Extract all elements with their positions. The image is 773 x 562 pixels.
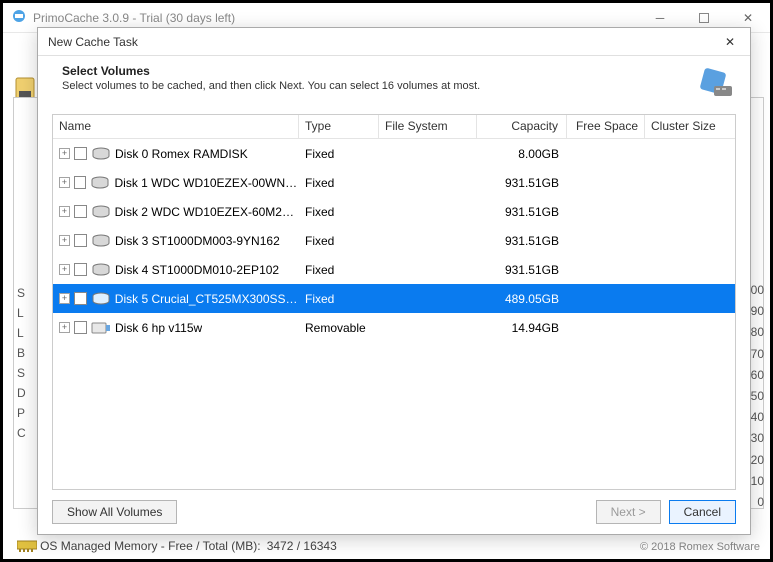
expand-icon[interactable]: +	[59, 206, 70, 217]
expand-icon[interactable]: +	[59, 235, 70, 246]
expand-icon[interactable]: +	[59, 293, 70, 304]
cell-type: Fixed	[299, 263, 379, 277]
cell-capacity: 931.51GB	[477, 263, 567, 277]
disk-icon	[91, 147, 111, 161]
dialog-footer: Show All Volumes Next > Cancel	[38, 490, 750, 534]
disk-icon	[90, 176, 110, 190]
app-icon	[11, 8, 27, 27]
bg-label: B	[17, 343, 26, 363]
col-name[interactable]: Name	[53, 115, 299, 138]
cell-capacity: 8.00GB	[477, 147, 567, 161]
bg-label: L	[17, 303, 26, 323]
row-checkbox[interactable]	[74, 205, 87, 218]
close-icon	[725, 35, 735, 49]
cell-type: Fixed	[299, 147, 379, 161]
cell-capacity: 931.51GB	[477, 205, 567, 219]
table-row[interactable]: + Disk 1 WDC WD10EZEX-00WN4…Fixed 931.51GB	[53, 168, 735, 197]
cell-type: Fixed	[299, 205, 379, 219]
dialog-close-button[interactable]	[720, 32, 740, 52]
table-row[interactable]: + Disk 2 WDC WD10EZEX-60M2N…Fixed 931.51GB	[53, 197, 735, 226]
minimize-icon	[656, 11, 665, 25]
dialog-subtitle: Select volumes to be cached, and then cl…	[62, 80, 688, 92]
disk-label: Disk 0 Romex RAMDISK	[115, 147, 248, 161]
expand-icon[interactable]: +	[59, 148, 70, 159]
disk-icon	[91, 205, 111, 219]
disk-icon	[91, 234, 111, 248]
new-cache-task-dialog: New Cache Task Select Volumes Select vol…	[37, 27, 751, 535]
bg-label: P	[17, 403, 26, 423]
dialog-heading: Select Volumes	[62, 64, 688, 78]
cell-capacity: 931.51GB	[477, 234, 567, 248]
dialog-titlebar: New Cache Task	[38, 28, 750, 56]
row-checkbox[interactable]	[74, 292, 87, 305]
bg-label: C	[17, 423, 26, 443]
row-checkbox[interactable]	[74, 147, 87, 160]
col-capacity[interactable]: Capacity	[477, 115, 567, 138]
expand-icon[interactable]: +	[59, 264, 70, 275]
cell-capacity: 931.51GB	[477, 176, 567, 190]
ram-icon	[17, 539, 37, 553]
row-checkbox[interactable]	[74, 321, 87, 334]
window-title: PrimoCache 3.0.9 - Trial (30 days left)	[33, 11, 638, 25]
row-checkbox[interactable]	[74, 263, 87, 276]
expand-icon[interactable]: +	[59, 177, 70, 188]
col-free-space[interactable]: Free Space	[567, 115, 645, 138]
memory-status: OS Managed Memory - Free / Total (MB): 3…	[17, 539, 337, 553]
wizard-icon	[696, 64, 736, 104]
bg-label: S	[17, 363, 26, 383]
cell-type: Fixed	[299, 234, 379, 248]
cancel-button[interactable]: Cancel	[669, 500, 736, 524]
bg-label: D	[17, 383, 26, 403]
disk-label: Disk 6 hp v115w	[115, 321, 202, 335]
cell-type: Removable	[299, 321, 379, 335]
disk-label: Disk 2 WDC WD10EZEX-60M2N…	[115, 205, 299, 219]
disk-icon	[91, 292, 111, 306]
bg-label: S	[17, 283, 26, 303]
disk-label: Disk 3 ST1000DM003-9YN162	[115, 234, 280, 248]
disk-icon	[91, 321, 111, 335]
memory-label: OS Managed Memory - Free / Total (MB):	[40, 539, 261, 553]
show-all-volumes-button[interactable]: Show All Volumes	[52, 500, 177, 524]
table-body: + Disk 0 Romex RAMDISK Fixed 8.00GB + Disk 1 …	[53, 139, 735, 489]
disk-label: Disk 4 ST1000DM010-2EP102	[115, 263, 279, 277]
close-icon	[743, 11, 753, 25]
memory-value: 3472 / 16343	[267, 539, 337, 553]
next-button[interactable]: Next >	[596, 500, 661, 524]
cell-type: Fixed	[299, 176, 379, 190]
col-cluster-size[interactable]: Cluster Size	[645, 115, 735, 138]
cell-capacity: 14.94GB	[477, 321, 567, 335]
expand-icon[interactable]: +	[59, 322, 70, 333]
disk-label: Disk 5 Crucial_CT525MX300SSD1	[115, 292, 299, 306]
background-labels: SLLBSDPC	[17, 283, 26, 443]
cell-capacity: 489.05GB	[477, 292, 567, 306]
table-row[interactable]: + Disk 0 Romex RAMDISK Fixed 8.00GB	[53, 139, 735, 168]
dialog-header: Select Volumes Select volumes to be cach…	[38, 56, 750, 114]
cell-type: Fixed	[299, 292, 379, 306]
dialog-title: New Cache Task	[48, 35, 720, 49]
disk-label: Disk 1 WDC WD10EZEX-00WN4…	[114, 176, 299, 190]
table-row[interactable]: + Disk 6 hp v115w Removable 14.94GB	[53, 313, 735, 342]
table-row[interactable]: + Disk 3 ST1000DM003-9YN162 Fixed 931.51GB	[53, 226, 735, 255]
maximize-icon	[699, 13, 709, 23]
table-row[interactable]: + Disk 4 ST1000DM010-2EP102 Fixed 931.51GB	[53, 255, 735, 284]
volumes-table: Name Type File System Capacity Free Spac…	[52, 114, 736, 490]
table-row[interactable]: + Disk 5 Crucial_CT525MX300SSD1Fixed 489.0…	[53, 284, 735, 313]
bg-label: L	[17, 323, 26, 343]
row-checkbox[interactable]	[74, 176, 87, 189]
copyright: © 2018 Romex Software	[640, 541, 760, 553]
table-header: Name Type File System Capacity Free Spac…	[53, 115, 735, 139]
disk-icon	[91, 263, 111, 277]
col-filesystem[interactable]: File System	[379, 115, 477, 138]
row-checkbox[interactable]	[74, 234, 87, 247]
col-type[interactable]: Type	[299, 115, 379, 138]
